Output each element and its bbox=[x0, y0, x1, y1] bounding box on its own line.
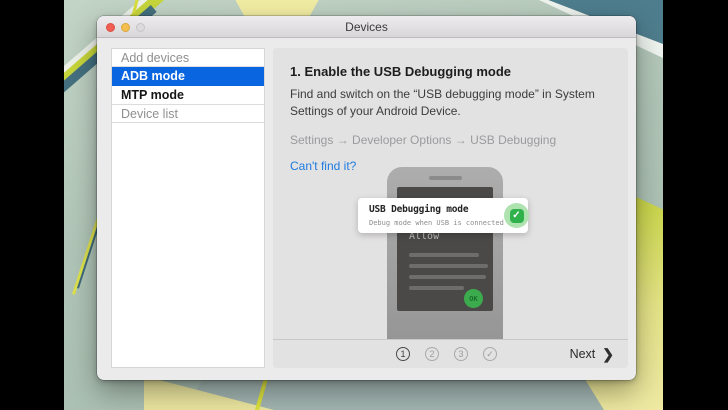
minimize-button[interactable] bbox=[121, 22, 130, 32]
ok-button: OK bbox=[464, 289, 483, 308]
sidebar: Add devices ADB mode MTP mode Device lis… bbox=[111, 48, 265, 368]
devices-window: Devices Add devices ADB mode MTP mode De… bbox=[97, 16, 636, 380]
traffic-lights bbox=[106, 16, 145, 38]
sidebar-item-device-list[interactable]: Device list bbox=[112, 105, 264, 123]
sidebar-item-adb-mode[interactable]: ADB mode bbox=[112, 67, 264, 86]
phone-illustration: Allow OK bbox=[387, 167, 503, 339]
step-indicator-1: 1 bbox=[396, 347, 410, 361]
titlebar[interactable]: Devices bbox=[97, 16, 636, 38]
footer-bar: 1 2 3 ✓ Next ❯ bbox=[273, 339, 628, 368]
sidebar-item-add-devices[interactable]: Add devices bbox=[112, 49, 264, 67]
chevron-right-icon: ❯ bbox=[602, 345, 614, 362]
instructions: 1. Enable the USB Debugging mode Find an… bbox=[273, 48, 628, 173]
step-indicator-2: 2 bbox=[425, 347, 439, 361]
phone-speaker bbox=[429, 176, 462, 180]
text-placeholder-bar bbox=[409, 264, 488, 268]
step-description: Find and switch on the “USB debugging mo… bbox=[290, 87, 595, 118]
screen: Devices Add devices ADB mode MTP mode De… bbox=[0, 0, 728, 410]
settings-breadcrumb: Settings → Developer Options → USB Debug… bbox=[290, 133, 557, 148]
sidebar-item-mtp-mode[interactable]: MTP mode bbox=[112, 86, 264, 105]
text-placeholder-bar bbox=[409, 286, 464, 290]
zoom-button bbox=[136, 22, 145, 32]
step-heading: 1. Enable the USB Debugging mode bbox=[290, 64, 512, 79]
step-indicator-3: 3 bbox=[454, 347, 468, 361]
cant-find-it-link[interactable]: Can't find it? bbox=[290, 159, 356, 173]
text-placeholder-bar bbox=[409, 253, 479, 257]
text-placeholder-bar bbox=[409, 275, 486, 279]
step-indicators: 1 2 3 ✓ bbox=[396, 347, 497, 361]
tooltip-title: USB Debugging mode bbox=[369, 204, 469, 215]
tooltip-subtitle: Debug mode when USB is connected bbox=[369, 219, 504, 227]
next-button[interactable]: Next ❯ bbox=[570, 344, 614, 364]
usb-debug-tooltip: USB Debugging mode Debug mode when USB i… bbox=[358, 198, 529, 233]
close-button[interactable] bbox=[106, 22, 115, 32]
main-panel: 1. Enable the USB Debugging mode Find an… bbox=[273, 48, 628, 368]
window-title: Devices bbox=[345, 20, 388, 34]
next-label: Next bbox=[569, 347, 596, 361]
checkmark-glyph: ✓ bbox=[509, 208, 524, 223]
step-indicator-done: ✓ bbox=[483, 347, 497, 361]
check-icon: ✓ bbox=[504, 203, 529, 228]
